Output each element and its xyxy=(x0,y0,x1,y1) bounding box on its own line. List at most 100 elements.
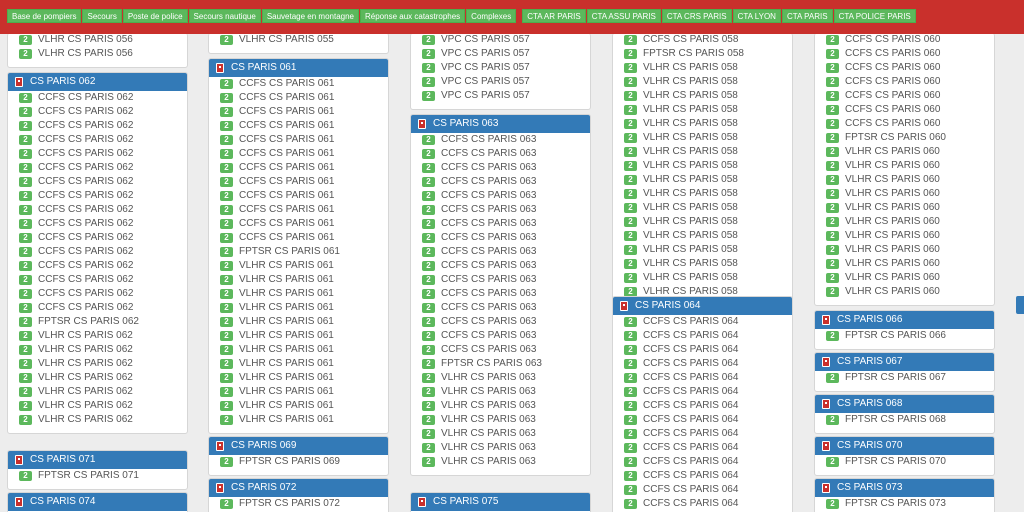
vehicle-row[interactable]: 2 CCFS CS PARIS 061 xyxy=(209,105,388,119)
building-header[interactable]: CS PARIS 062 xyxy=(8,73,187,91)
vehicle-row[interactable]: 2 CCFS CS PARIS 061 xyxy=(209,203,388,217)
vehicle-row[interactable]: 2 VLHR CS PARIS 062 xyxy=(8,357,187,371)
vehicle-row[interactable]: 2 VLHR CS PARIS 061 xyxy=(209,371,388,385)
vehicle-row[interactable]: 2 VLHR CS PARIS 062 xyxy=(8,413,187,427)
vehicle-row[interactable]: 2 CCFS CS PARIS 063 xyxy=(411,287,590,301)
building-header[interactable]: CS PARIS 063 xyxy=(411,115,590,133)
filter-button[interactable]: Poste de police xyxy=(122,9,188,23)
filter-button[interactable]: CTA PARIS xyxy=(781,9,833,23)
building-header[interactable]: CS PARIS 072 xyxy=(209,479,388,497)
vehicle-row[interactable]: 2 FPTSR CS PARIS 063 xyxy=(411,357,590,371)
filter-button[interactable]: Complexes xyxy=(466,9,517,23)
vehicle-row[interactable]: 2 VLHR CS PARIS 061 xyxy=(209,385,388,399)
vehicle-row[interactable]: 2 VLHR CS PARIS 058 xyxy=(613,173,792,187)
vehicle-row[interactable]: 2 VLHR CS PARIS 058 xyxy=(613,229,792,243)
vehicle-row[interactable]: 2 CCFS CS PARIS 062 xyxy=(8,105,187,119)
vehicle-row[interactable]: 2 CCFS CS PARIS 064 xyxy=(613,483,792,497)
vehicle-row[interactable]: 2 CCFS CS PARIS 064 xyxy=(613,399,792,413)
vehicle-row[interactable]: 2 CCFS CS PARIS 064 xyxy=(613,427,792,441)
vehicle-row[interactable]: 2 CCFS CS PARIS 060 xyxy=(815,89,994,103)
vehicle-row[interactable]: 2 CCFS CS PARIS 064 xyxy=(613,343,792,357)
vehicle-row[interactable]: 2 CCFS CS PARIS 061 xyxy=(209,147,388,161)
building-header[interactable]: CS PARIS 073 xyxy=(815,479,994,497)
vehicle-row[interactable]: 2 VLHR CS PARIS 055 xyxy=(209,33,388,47)
vehicle-row[interactable]: 2 VLHR CS PARIS 058 xyxy=(613,243,792,257)
vehicle-row[interactable]: 2 CCFS CS PARIS 062 xyxy=(8,175,187,189)
vehicle-row[interactable]: 2 VLHR CS PARIS 058 xyxy=(613,145,792,159)
vehicle-row[interactable]: 2 FPTSR CS PARIS 058 xyxy=(613,47,792,61)
vehicle-row[interactable]: 2 CCFS CS PARIS 061 xyxy=(209,91,388,105)
vehicle-row[interactable]: 2 VLHR CS PARIS 058 xyxy=(613,75,792,89)
vehicle-row[interactable]: 2 VLHR CS PARIS 056 xyxy=(8,47,187,61)
vehicle-row[interactable]: 2 CCFS CS PARIS 063 xyxy=(411,203,590,217)
vehicle-row[interactable]: 2 VLHR CS PARIS 060 xyxy=(815,201,994,215)
building-header[interactable]: CS PARIS 069 xyxy=(209,437,388,455)
vehicle-row[interactable]: 2 VLHR CS PARIS 058 xyxy=(613,61,792,75)
vehicle-row[interactable]: 2 VLHR CS PARIS 058 xyxy=(613,117,792,131)
vehicle-row[interactable]: 2 FPTSR CS PARIS 071 xyxy=(8,469,187,483)
vehicle-row[interactable]: 2 CCFS CS PARIS 062 xyxy=(8,91,187,105)
vehicle-row[interactable]: 2 FPTSR CS PARIS 066 xyxy=(815,329,994,343)
vehicle-row[interactable]: 2 CCFS CS PARIS 062 xyxy=(8,189,187,203)
building-header[interactable]: CS PARIS 074 xyxy=(8,493,187,511)
vehicle-row[interactable]: 2 VLHR CS PARIS 062 xyxy=(8,399,187,413)
vehicle-row[interactable]: 2 CCFS CS PARIS 064 xyxy=(613,497,792,511)
vehicle-row[interactable]: 2 VLHR CS PARIS 063 xyxy=(411,427,590,441)
vehicle-row[interactable]: 2 VLHR CS PARIS 058 xyxy=(613,103,792,117)
vehicle-row[interactable]: 2 VLHR CS PARIS 060 xyxy=(815,243,994,257)
vehicle-row[interactable]: 2 VPC CS PARIS 057 xyxy=(411,33,590,47)
vehicle-row[interactable]: 2 CCFS CS PARIS 064 xyxy=(613,441,792,455)
filter-button[interactable]: Réponse aux catastrophes xyxy=(360,9,466,23)
vehicle-row[interactable]: 2 CCFS CS PARIS 062 xyxy=(8,287,187,301)
filter-button[interactable]: CTA CRS PARIS xyxy=(661,9,732,23)
building-header[interactable]: CS PARIS 071 xyxy=(8,451,187,469)
vehicle-row[interactable]: 2 CCFS CS PARIS 063 xyxy=(411,147,590,161)
vehicle-row[interactable]: 2 CCFS CS PARIS 064 xyxy=(613,315,792,329)
building-header[interactable]: CS PARIS 064 xyxy=(613,297,792,315)
vehicle-row[interactable]: 2 VLHR CS PARIS 060 xyxy=(815,187,994,201)
vehicle-row[interactable]: 2 VLHR CS PARIS 058 xyxy=(613,215,792,229)
vehicle-row[interactable]: 2 CCFS CS PARIS 061 xyxy=(209,175,388,189)
vehicle-row[interactable]: 2 VLHR CS PARIS 058 xyxy=(613,201,792,215)
filter-button[interactable]: Secours nautique xyxy=(188,9,261,23)
vehicle-row[interactable]: 2 CCFS CS PARIS 063 xyxy=(411,217,590,231)
vehicle-row[interactable]: 2 VLHR CS PARIS 062 xyxy=(8,343,187,357)
vehicle-row[interactable]: 2 VPC CS PARIS 057 xyxy=(411,75,590,89)
vehicle-row[interactable]: 2 CCFS CS PARIS 064 xyxy=(613,329,792,343)
vehicle-row[interactable]: 2 VLHR CS PARIS 063 xyxy=(411,385,590,399)
building-header[interactable]: CS PARIS 061 xyxy=(209,59,388,77)
filter-button[interactable]: Base de pompiers xyxy=(7,9,82,23)
vehicle-row[interactable]: 2 VLHR CS PARIS 058 xyxy=(613,257,792,271)
filter-button[interactable]: Sauvetage en montagne xyxy=(261,9,359,23)
vehicle-row[interactable]: 2 FPTSR CS PARIS 062 xyxy=(8,315,187,329)
vehicle-row[interactable]: 2 CCFS CS PARIS 064 xyxy=(613,455,792,469)
vehicle-row[interactable]: 2 FPTSR CS PARIS 073 xyxy=(815,497,994,511)
vehicle-row[interactable]: 2 CCFS CS PARIS 064 xyxy=(613,357,792,371)
vehicle-row[interactable]: 2 FPTSR CS PARIS 061 xyxy=(209,245,388,259)
vehicle-row[interactable]: 2 CCFS CS PARIS 060 xyxy=(815,103,994,117)
vehicle-row[interactable]: 2 FPTSR CS PARIS 069 xyxy=(209,455,388,469)
vehicle-row[interactable]: 2 VLHR CS PARIS 063 xyxy=(411,371,590,385)
vehicle-row[interactable]: 2 VLHR CS PARIS 061 xyxy=(209,357,388,371)
vehicle-row[interactable]: 2 CCFS CS PARIS 060 xyxy=(815,47,994,61)
vehicle-row[interactable]: 2 VLHR CS PARIS 062 xyxy=(8,371,187,385)
vehicle-row[interactable]: 2 CCFS CS PARIS 062 xyxy=(8,203,187,217)
vehicle-row[interactable]: 2 CCFS CS PARIS 061 xyxy=(209,119,388,133)
vehicle-row[interactable]: 2 CCFS CS PARIS 062 xyxy=(8,245,187,259)
filter-button[interactable]: CTA LYON xyxy=(732,9,781,23)
vehicle-row[interactable]: 2 VLHR CS PARIS 060 xyxy=(815,257,994,271)
vehicle-row[interactable]: 2 VLHR CS PARIS 060 xyxy=(815,229,994,243)
vehicle-row[interactable]: 2 CCFS CS PARIS 063 xyxy=(411,273,590,287)
panel-header-offscreen[interactable] xyxy=(1016,296,1024,314)
vehicle-row[interactable]: 2 VLHR CS PARIS 062 xyxy=(8,329,187,343)
filter-button[interactable]: CTA AR PARIS xyxy=(522,9,586,23)
filter-button[interactable]: Secours xyxy=(82,9,122,23)
vehicle-row[interactable]: 2 CCFS CS PARIS 062 xyxy=(8,161,187,175)
building-header[interactable]: CS PARIS 070 xyxy=(815,437,994,455)
vehicle-row[interactable]: 2 VLHR CS PARIS 061 xyxy=(209,399,388,413)
vehicle-row[interactable]: 2 CCFS CS PARIS 063 xyxy=(411,245,590,259)
vehicle-row[interactable]: 2 VLHR CS PARIS 063 xyxy=(411,455,590,469)
filter-button[interactable]: CTA ASSU PARIS xyxy=(586,9,661,23)
vehicle-row[interactable]: 2 VLHR CS PARIS 060 xyxy=(815,215,994,229)
vehicle-row[interactable]: 2 CCFS CS PARIS 061 xyxy=(209,77,388,91)
